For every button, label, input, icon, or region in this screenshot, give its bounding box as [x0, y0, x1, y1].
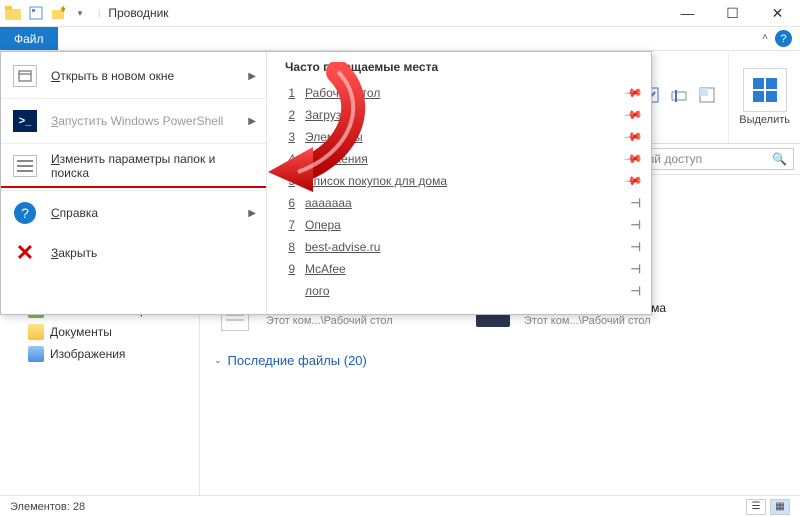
freq-index: 6 [285, 196, 295, 210]
nav-onedrive-item-1[interactable]: Документы [0, 321, 199, 343]
recent-files-label: Последние файлы (20) [228, 353, 367, 368]
maximize-button[interactable]: ☐ [710, 0, 755, 27]
freq-index: 5 [285, 174, 295, 188]
select-all-button[interactable] [743, 68, 787, 112]
view-icons-button[interactable]: ▦ [770, 499, 790, 515]
status-item-count: Элементов: 28 [10, 501, 85, 513]
frequent-place-2[interactable]: 3 Элементы 📌 [285, 126, 641, 148]
help-icon[interactable]: ? [775, 30, 792, 47]
freq-label: Рабочий стол [305, 86, 616, 100]
freq-label: Элементы [305, 130, 616, 144]
ribbon-tab-row: Файл ˄ ? [0, 27, 800, 51]
frequent-place-0[interactable]: 1 Рабочий стол 📌 [285, 82, 641, 104]
explorer-icon [4, 3, 24, 23]
ribbon-group-select: Выделить [728, 51, 800, 143]
search-icon: 🔍 [772, 152, 787, 166]
title-bar: ✱ ▾ | Проводник — ☐ ✕ [0, 0, 800, 27]
folder-blue-icon [28, 346, 44, 362]
menu-item-label: Справка [51, 206, 236, 220]
nav-item-label: Документы [50, 325, 112, 339]
frequent-place-5[interactable]: 6 aaaaaaa ⊣ [285, 192, 641, 214]
frequent-place-3[interactable]: 4 Отражения 📌 [285, 148, 641, 170]
pin-icon[interactable]: 📌 [623, 171, 643, 191]
nav-item-label: Изображения [50, 347, 125, 361]
chevron-right-icon: ▶ [248, 116, 256, 127]
freq-index: 8 [285, 240, 295, 254]
item-path: Этот ком...\Рабочий стол [524, 315, 666, 327]
powershell-icon: >_ [11, 107, 39, 135]
file-menu-item-3[interactable]: ? Справка ▶ [1, 193, 266, 233]
nav-onedrive-item-2[interactable]: Изображения [0, 343, 199, 365]
freq-label: best-advise.ru [305, 240, 621, 254]
menu-item-label: Изменить параметры папок и поиска [51, 152, 256, 180]
folder-yellow-icon [28, 324, 44, 340]
help-icon: ? [11, 199, 39, 227]
menu-item-label: Запустить Windows PowerShell [51, 114, 236, 128]
menu-item-label: Открыть в новом окне [51, 69, 236, 83]
freq-index: 4 [285, 152, 295, 166]
freq-label: Список покупок для дома [305, 174, 616, 188]
file-menu-dropdown: Открыть в новом окне ▶ >_ Запустить Windows… [0, 51, 652, 315]
item-path: Этот ком...\Рабочий стол [266, 315, 393, 327]
recent-files-header[interactable]: ⌄ Последние файлы (20) [214, 353, 786, 368]
pin-icon[interactable]: 📌 [623, 83, 643, 103]
invert-selection-icon[interactable] [696, 84, 718, 106]
freq-label: Опера [305, 218, 621, 232]
qat-dropdown-icon[interactable]: ▾ [70, 3, 90, 23]
frequent-place-8[interactable]: 9 McAfee ⊣ [285, 258, 641, 280]
file-menu-item-0[interactable]: Открыть в новом окне ▶ [1, 56, 266, 96]
window-title: Проводник [108, 6, 168, 20]
freq-index: 7 [285, 218, 295, 232]
chevron-down-icon: ⌄ [214, 355, 222, 366]
ribbon-expand-icon[interactable]: ˄ [762, 32, 768, 43]
file-tab[interactable]: Файл [0, 27, 58, 50]
pin-icon[interactable]: 📌 [623, 105, 643, 125]
quick-access-toolbar: ✱ ▾ [0, 3, 94, 23]
unpin-icon[interactable]: ⊣ [631, 240, 641, 254]
freq-label: McAfee [305, 262, 621, 276]
frequent-place-9[interactable]: лого ⊣ [285, 280, 641, 302]
highlight-underline [1, 186, 266, 188]
freq-label: Отражения [305, 152, 616, 166]
svg-text:✱: ✱ [60, 6, 65, 14]
frequent-place-6[interactable]: 7 Опера ⊣ [285, 214, 641, 236]
pin-icon[interactable]: 📌 [623, 127, 643, 147]
freq-index: 9 [285, 262, 295, 276]
freq-label: Загрузки [305, 108, 616, 122]
close-red-icon: ✕ [11, 239, 39, 267]
freq-index: 2 [285, 108, 295, 122]
close-button[interactable]: ✕ [755, 0, 800, 27]
file-menu-item-4[interactable]: ✕ Закрыть [1, 233, 266, 273]
freq-index: 3 [285, 130, 295, 144]
menu-item-label: Закрыть [51, 246, 256, 260]
pin-icon[interactable]: 📌 [623, 149, 643, 169]
file-menu-item-2[interactable]: Изменить параметры папок и поиска [1, 146, 266, 186]
minimize-button[interactable]: — [665, 0, 710, 27]
frequent-place-1[interactable]: 2 Загрузки 📌 [285, 104, 641, 126]
unpin-icon[interactable]: ⊣ [631, 262, 641, 276]
unpin-icon[interactable]: ⊣ [631, 196, 641, 210]
frequent-places-header: Часто посещаемые места [285, 60, 641, 74]
rename-icon[interactable] [668, 84, 690, 106]
unpin-icon[interactable]: ⊣ [631, 284, 641, 298]
select-label: Выделить [739, 114, 790, 126]
view-details-button[interactable]: ☰ [746, 499, 766, 515]
chevron-right-icon: ▶ [248, 71, 256, 82]
separator: | [98, 8, 100, 18]
options-icon [11, 152, 39, 180]
frequent-place-4[interactable]: 5 Список покупок для дома 📌 [285, 170, 641, 192]
chevron-right-icon: ▶ [248, 208, 256, 219]
frequent-place-7[interactable]: 8 best-advise.ru ⊣ [285, 236, 641, 258]
window-icon [11, 62, 39, 90]
freq-index: 1 [285, 86, 295, 100]
qat-properties-icon[interactable] [26, 3, 46, 23]
status-bar: Элементов: 28 ☰ ▦ [0, 495, 800, 517]
freq-label: лого [305, 284, 621, 298]
unpin-icon[interactable]: ⊣ [631, 218, 641, 232]
file-menu-item-1: >_ Запустить Windows PowerShell ▶ [1, 101, 266, 141]
qat-newfolder-icon[interactable]: ✱ [48, 3, 68, 23]
freq-label: aaaaaaa [305, 196, 621, 210]
